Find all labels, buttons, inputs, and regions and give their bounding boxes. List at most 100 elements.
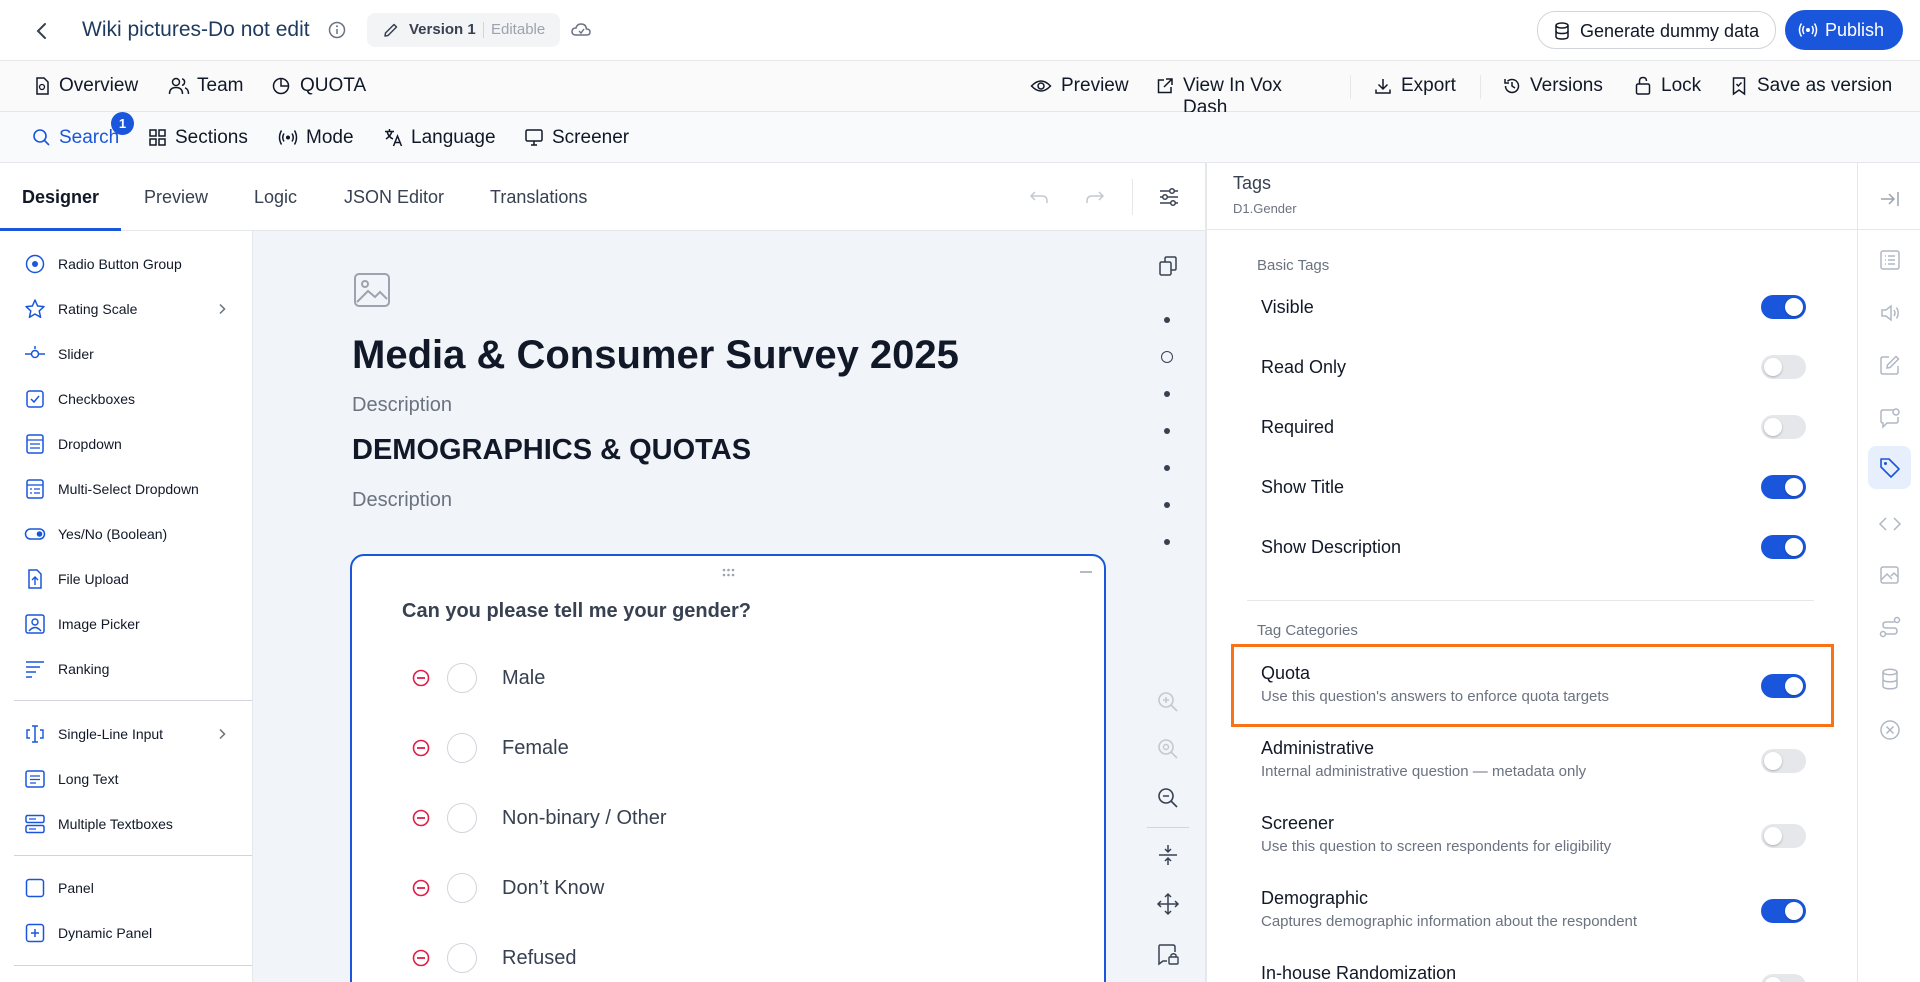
screener-button[interactable]: Screener	[524, 125, 634, 151]
category-toggle[interactable]	[1761, 899, 1806, 923]
page-nav-dot[interactable]	[1164, 502, 1170, 508]
tab-logic[interactable]: Logic	[254, 187, 297, 208]
section-description[interactable]: Description	[352, 489, 452, 512]
zoom-out-icon[interactable]	[1156, 786, 1180, 810]
category-toggle[interactable]	[1761, 749, 1806, 773]
lock-question-icon[interactable]	[1156, 942, 1180, 966]
palette-item-yes-no-boolean[interactable]: Yes/No (Boolean)	[0, 514, 253, 554]
palette-item-dropdown[interactable]: Dropdown	[0, 424, 253, 464]
export-button[interactable]: Export	[1373, 74, 1465, 100]
redo-icon[interactable]	[1084, 187, 1106, 207]
radio-button[interactable]	[447, 733, 477, 763]
route-icon[interactable]	[1878, 615, 1902, 639]
tag-toggle[interactable]	[1761, 475, 1806, 499]
close-circle-icon[interactable]	[1878, 718, 1902, 742]
palette-item-image-picker[interactable]: Image Picker	[0, 604, 253, 644]
code-icon[interactable]	[1878, 512, 1902, 536]
palette-item-panel[interactable]: Panel	[0, 868, 253, 908]
page-nav-dot[interactable]	[1164, 391, 1170, 397]
mode-button[interactable]: Mode	[278, 125, 368, 151]
message-settings-icon[interactable]	[1878, 406, 1902, 430]
radio-button[interactable]	[447, 663, 477, 693]
choice-label[interactable]: Refused	[502, 947, 577, 970]
remove-choice-icon[interactable]	[412, 809, 430, 827]
list-properties-icon[interactable]	[1878, 248, 1902, 272]
tag-toggle[interactable]	[1761, 415, 1806, 439]
save-as-version-button[interactable]: Save as version	[1730, 74, 1905, 100]
view-in-vox-dash-button[interactable]: View In Vox Dash	[1155, 74, 1330, 118]
generate-dummy-data-button[interactable]: Generate dummy data	[1537, 11, 1776, 49]
page-nav-dot[interactable]	[1164, 465, 1170, 471]
choice-label[interactable]: Male	[502, 667, 545, 690]
speaker-icon[interactable]	[1878, 301, 1902, 325]
category-toggle[interactable]	[1761, 824, 1806, 848]
versions-button[interactable]: Versions	[1502, 74, 1612, 100]
remove-choice-icon[interactable]	[412, 739, 430, 757]
collapse-all-icon[interactable]	[1156, 843, 1180, 867]
preview-button[interactable]: Preview	[1030, 74, 1130, 100]
nav-team[interactable]: Team	[168, 74, 248, 100]
radio-button[interactable]	[447, 803, 477, 833]
info-icon[interactable]	[327, 20, 347, 40]
image-settings-icon[interactable]	[1878, 563, 1902, 587]
collapse-panel-icon[interactable]	[1878, 187, 1902, 211]
survey-title[interactable]: Media & Consumer Survey 2025	[352, 333, 959, 378]
palette-item-single-line-input[interactable]: Single-Line Input	[0, 714, 253, 754]
palette-item-multi-select-dropdown[interactable]: Multi-Select Dropdown	[0, 469, 253, 509]
page-nav-dot-current[interactable]	[1161, 351, 1173, 363]
move-icon[interactable]	[1156, 892, 1180, 916]
back-arrow-icon[interactable]	[30, 19, 54, 43]
category-toggle[interactable]	[1761, 974, 1806, 982]
tab-json-editor[interactable]: JSON Editor	[344, 187, 444, 208]
logo-placeholder-icon[interactable]	[353, 272, 391, 308]
lock-button[interactable]: Lock	[1633, 74, 1705, 100]
zoom-in-icon[interactable]	[1156, 690, 1180, 714]
collapse-icon[interactable]	[1079, 570, 1093, 574]
palette-item-long-text[interactable]: Long Text	[0, 759, 253, 799]
chevron-right-icon[interactable]	[215, 727, 229, 741]
palette-item-ranking[interactable]: Ranking	[0, 649, 253, 689]
page-nav-dot[interactable]	[1164, 539, 1170, 545]
tag-toggle[interactable]	[1761, 535, 1806, 559]
tab-translations[interactable]: Translations	[490, 187, 587, 208]
remove-choice-icon[interactable]	[412, 879, 430, 897]
search-button[interactable]: Search	[32, 125, 122, 151]
radio-button[interactable]	[447, 943, 477, 973]
edit-square-icon[interactable]	[1878, 353, 1902, 377]
version-pill[interactable]: Version 1 Editable	[367, 13, 560, 47]
question-title[interactable]: Can you please tell me your gender?	[402, 600, 751, 623]
database-icon[interactable]	[1878, 667, 1902, 691]
settings-sliders-icon[interactable]	[1157, 185, 1181, 209]
palette-item-slider[interactable]: Slider	[0, 334, 253, 374]
radio-button[interactable]	[447, 873, 477, 903]
survey-description[interactable]: Description	[352, 394, 452, 417]
page-nav-dot[interactable]	[1164, 428, 1170, 434]
zoom-reset-icon[interactable]	[1156, 737, 1180, 761]
palette-item-multiple-textboxes[interactable]: Multiple Textboxes	[0, 804, 253, 844]
cloud-sync-icon[interactable]	[570, 19, 592, 41]
remove-choice-icon[interactable]	[412, 949, 430, 967]
choice-label[interactable]: Female	[502, 737, 569, 760]
choice-label[interactable]: Don’t Know	[502, 877, 604, 900]
tag-icon[interactable]	[1878, 456, 1902, 480]
tag-toggle[interactable]	[1761, 355, 1806, 379]
undo-icon[interactable]	[1028, 187, 1050, 207]
tag-toggle[interactable]	[1761, 295, 1806, 319]
palette-item-checkboxes[interactable]: Checkboxes	[0, 379, 253, 419]
tab-preview[interactable]: Preview	[144, 187, 208, 208]
drag-handle-icon[interactable]	[722, 568, 738, 578]
page-nav-dot[interactable]	[1164, 317, 1170, 323]
tab-designer[interactable]: Designer	[22, 187, 99, 208]
publish-button[interactable]: Publish	[1785, 10, 1903, 50]
nav-overview[interactable]: Overview	[32, 74, 144, 100]
palette-item-radio-button-group[interactable]: Radio Button Group	[0, 244, 253, 284]
section-title[interactable]: DEMOGRAPHICS & QUOTAS	[352, 434, 751, 467]
copy-icon[interactable]	[1157, 255, 1179, 277]
palette-item-dynamic-panel[interactable]: Dynamic Panel	[0, 913, 253, 953]
remove-choice-icon[interactable]	[412, 669, 430, 687]
palette-item-rating-scale[interactable]: Rating Scale	[0, 289, 253, 329]
language-button[interactable]: Language	[383, 125, 498, 151]
sections-button[interactable]: Sections	[148, 125, 258, 151]
palette-item-file-upload[interactable]: File Upload	[0, 559, 253, 599]
choice-label[interactable]: Non-binary / Other	[502, 807, 667, 830]
